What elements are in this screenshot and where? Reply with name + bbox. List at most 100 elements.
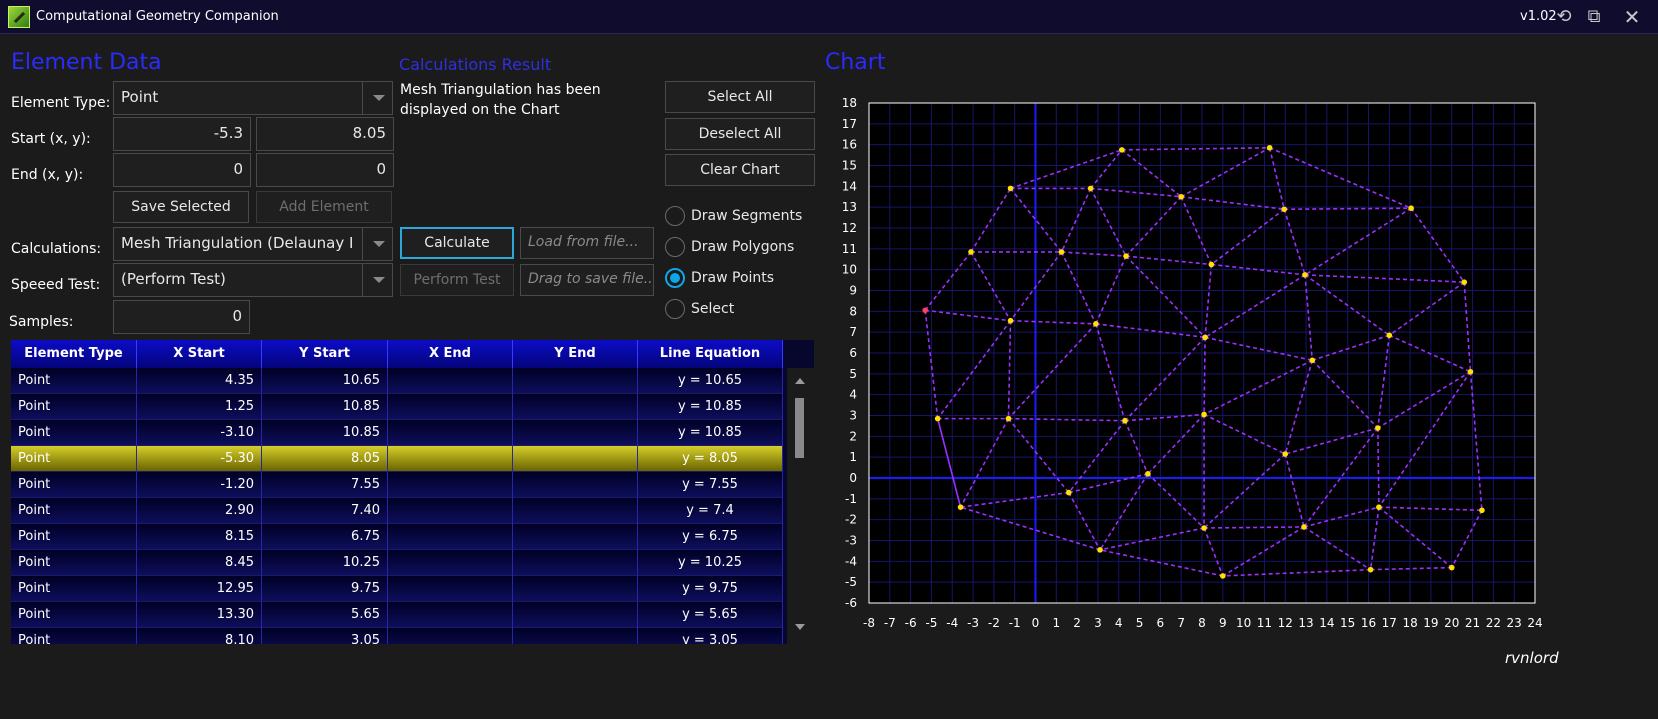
table-row[interactable]: Point 8.15 6.75 y = 6.75: [11, 524, 783, 550]
selected-point[interactable]: [922, 307, 928, 314]
save-file-drop[interactable]: Drag to save file...: [520, 264, 654, 296]
refresh-icon[interactable]: ⟲: [1552, 6, 1576, 28]
column-header[interactable]: X Start: [137, 340, 262, 368]
data-point[interactable]: [968, 249, 974, 255]
chevron-down-icon[interactable]: [362, 82, 392, 114]
data-point[interactable]: [1408, 205, 1414, 212]
table-row[interactable]: Point 8.45 10.25 y = 10.25: [11, 550, 783, 576]
y-tick-label: 2: [849, 429, 857, 443]
data-point[interactable]: [1467, 368, 1474, 375]
elements-table[interactable]: Element Type X Start Y Start X End Y End…: [11, 340, 814, 644]
column-header[interactable]: Element Type: [11, 340, 137, 368]
scroll-up-icon[interactable]: [795, 378, 805, 384]
column-header[interactable]: Y End: [513, 340, 638, 368]
add-element-button[interactable]: Add Element: [256, 191, 392, 223]
save-selected-button[interactable]: Save Selected: [113, 191, 249, 223]
radio-draw-segments[interactable]: Draw Segments: [665, 206, 815, 228]
radio-select[interactable]: Select: [665, 299, 815, 321]
data-point[interactable]: [1058, 249, 1065, 255]
column-header[interactable]: Line Equation: [638, 340, 783, 368]
scroll-down-icon[interactable]: [795, 624, 805, 630]
data-point[interactable]: [1007, 317, 1014, 324]
end-x-input[interactable]: 0: [113, 153, 251, 187]
data-point[interactable]: [1266, 144, 1273, 151]
data-point[interactable]: [1367, 566, 1374, 573]
data-point[interactable]: [1178, 193, 1184, 200]
element-type-select[interactable]: Point: [113, 81, 393, 115]
data-point[interactable]: [1087, 185, 1094, 192]
table-row[interactable]: Point 13.30 5.65 y = 5.65: [11, 602, 783, 628]
data-point[interactable]: [1145, 471, 1151, 477]
samples-input[interactable]: 0: [113, 300, 250, 334]
data-point[interactable]: [1301, 524, 1307, 530]
data-point[interactable]: [1448, 564, 1455, 571]
data-point[interactable]: [1461, 279, 1468, 285]
data-point[interactable]: [1005, 415, 1012, 422]
start-x-input[interactable]: -5.3: [113, 117, 251, 151]
start-y-input[interactable]: 8.05: [256, 117, 394, 151]
data-point[interactable]: [1386, 332, 1393, 339]
table-scrollbar[interactable]: [787, 368, 814, 644]
table-row[interactable]: Point 4.35 10.65 y = 10.65: [11, 368, 783, 394]
table-cell: [388, 524, 513, 550]
load-file-input[interactable]: Load from file...: [520, 227, 654, 259]
snap-icon[interactable]: ⧉: [1582, 6, 1606, 28]
scroll-thumb[interactable]: [795, 398, 804, 458]
data-point[interactable]: [1201, 411, 1207, 418]
clear-chart-button[interactable]: Clear Chart: [665, 154, 815, 186]
data-point[interactable]: [1007, 185, 1014, 192]
data-point[interactable]: [1376, 504, 1382, 510]
data-point[interactable]: [957, 504, 964, 510]
table-cell: [388, 550, 513, 576]
data-point[interactable]: [1122, 417, 1128, 424]
data-point[interactable]: [1220, 573, 1226, 579]
x-tick-label: 1: [1052, 616, 1060, 630]
chevron-down-icon[interactable]: [362, 228, 392, 260]
column-header[interactable]: X End: [388, 340, 513, 368]
data-point[interactable]: [1282, 451, 1289, 457]
data-point[interactable]: [1201, 525, 1207, 531]
radio-draw-polygons[interactable]: Draw Polygons: [665, 237, 815, 259]
data-point[interactable]: [1119, 147, 1125, 153]
radio-circle[interactable]: [665, 299, 685, 319]
end-y-input[interactable]: 0: [256, 153, 394, 187]
data-point[interactable]: [1375, 425, 1381, 431]
data-point[interactable]: [1097, 547, 1103, 553]
y-tick-label: -2: [845, 513, 857, 527]
data-point[interactable]: [1302, 272, 1308, 278]
select-all-button[interactable]: Select All: [665, 81, 815, 113]
chevron-down-icon[interactable]: [362, 264, 392, 296]
table-row[interactable]: Point 12.95 9.75 y = 9.75: [11, 576, 783, 602]
table-row[interactable]: Point 1.25 10.85 y = 10.85: [11, 394, 783, 420]
deselect-all-button[interactable]: Deselect All: [665, 118, 815, 150]
column-header[interactable]: Y Start: [262, 340, 388, 368]
calculate-button[interactable]: Calculate: [400, 227, 514, 259]
data-point[interactable]: [1123, 253, 1129, 259]
radio-circle[interactable]: [665, 237, 685, 257]
data-point[interactable]: [1066, 489, 1072, 496]
x-tick-label: 18: [1402, 616, 1417, 630]
data-point[interactable]: [1479, 507, 1485, 514]
y-tick-label: 15: [842, 159, 857, 173]
data-point[interactable]: [1281, 206, 1288, 213]
data-point[interactable]: [1208, 261, 1215, 268]
table-row[interactable]: Point -3.10 10.85 y = 10.85: [11, 420, 783, 446]
calculations-select[interactable]: Mesh Triangulation (Delaunay Iterative): [113, 227, 393, 261]
table-cell: Point: [11, 576, 137, 602]
table-cell: [388, 368, 513, 394]
table-row[interactable]: Point 2.90 7.40 y = 7.4: [11, 498, 783, 524]
data-point[interactable]: [1309, 357, 1316, 364]
table-row[interactable]: Point -1.20 7.55 y = 7.55: [11, 472, 783, 498]
data-point[interactable]: [1093, 321, 1099, 327]
close-icon[interactable]: ✕: [1620, 6, 1644, 28]
radio-circle[interactable]: [665, 206, 685, 226]
radio-circle[interactable]: [665, 268, 685, 288]
chart-canvas[interactable]: -8 -7 -6 -5 -4 -3 -2 -1 0 1 2 3 4 5 6 7 8 9 10 11 12 13 14 15 16…: [825, 88, 1545, 638]
data-point[interactable]: [1202, 334, 1208, 341]
data-point[interactable]: [934, 415, 941, 422]
radio-draw-points[interactable]: Draw Points: [665, 268, 815, 290]
perform-test-button[interactable]: Perform Test: [400, 264, 514, 296]
table-row[interactable]: Point 8.10 3.05 y = 3.05: [11, 628, 783, 644]
table-row[interactable]: Point -5.30 8.05 y = 8.05: [11, 446, 783, 472]
speed-test-select[interactable]: (Perform Test): [113, 263, 393, 297]
